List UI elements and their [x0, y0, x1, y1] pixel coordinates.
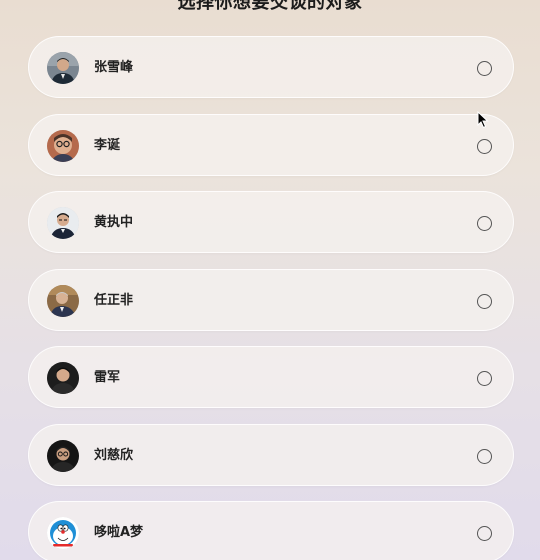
person-avatar-icon	[47, 207, 79, 239]
radio-button[interactable]	[477, 293, 492, 309]
radio-button[interactable]	[477, 448, 492, 464]
contact-item-zhang-xuefeng[interactable]: 张雪峰	[28, 36, 514, 98]
page-title: 选择你想要交谈的对象	[177, 0, 363, 13]
contact-name: 黄执中	[94, 215, 134, 230]
contact-list: 张雪峰 李诞 黄执中 任正非 雷军 刘慈欣 哆啦A梦	[28, 36, 514, 560]
contact-name: 哆啦A梦	[94, 525, 144, 540]
mouse-cursor-icon	[477, 111, 489, 129]
contact-name: 刘慈欣	[94, 447, 134, 463]
contact-item-huang-zhizhong[interactable]: 黄执中	[28, 191, 514, 253]
contact-item-lei-jun[interactable]: 雷军	[28, 346, 514, 408]
person-avatar-icon	[47, 439, 79, 472]
contact-item-ren-zhengfei[interactable]: 任正非	[28, 268, 514, 331]
radio-button[interactable]	[477, 216, 492, 231]
contact-name: 李诞	[94, 137, 121, 153]
radio-button[interactable]	[477, 138, 492, 154]
contact-name: 任正非	[94, 292, 134, 308]
contact-item-liu-cixin[interactable]: 刘慈欣	[28, 423, 514, 486]
radio-button[interactable]	[477, 526, 492, 541]
doraemon-avatar-icon	[47, 517, 79, 549]
radio-button[interactable]	[477, 61, 492, 76]
contact-name: 张雪峰	[94, 60, 134, 75]
person-avatar-icon	[47, 52, 79, 84]
person-avatar-icon	[47, 129, 79, 162]
contact-name: 雷军	[94, 370, 121, 385]
person-avatar-icon	[47, 284, 79, 317]
radio-button[interactable]	[477, 371, 492, 386]
person-avatar-icon	[47, 362, 79, 394]
contact-item-doraemon[interactable]: 哆啦A梦	[28, 501, 514, 560]
contact-item-li-dan[interactable]: 李诞	[28, 113, 514, 176]
